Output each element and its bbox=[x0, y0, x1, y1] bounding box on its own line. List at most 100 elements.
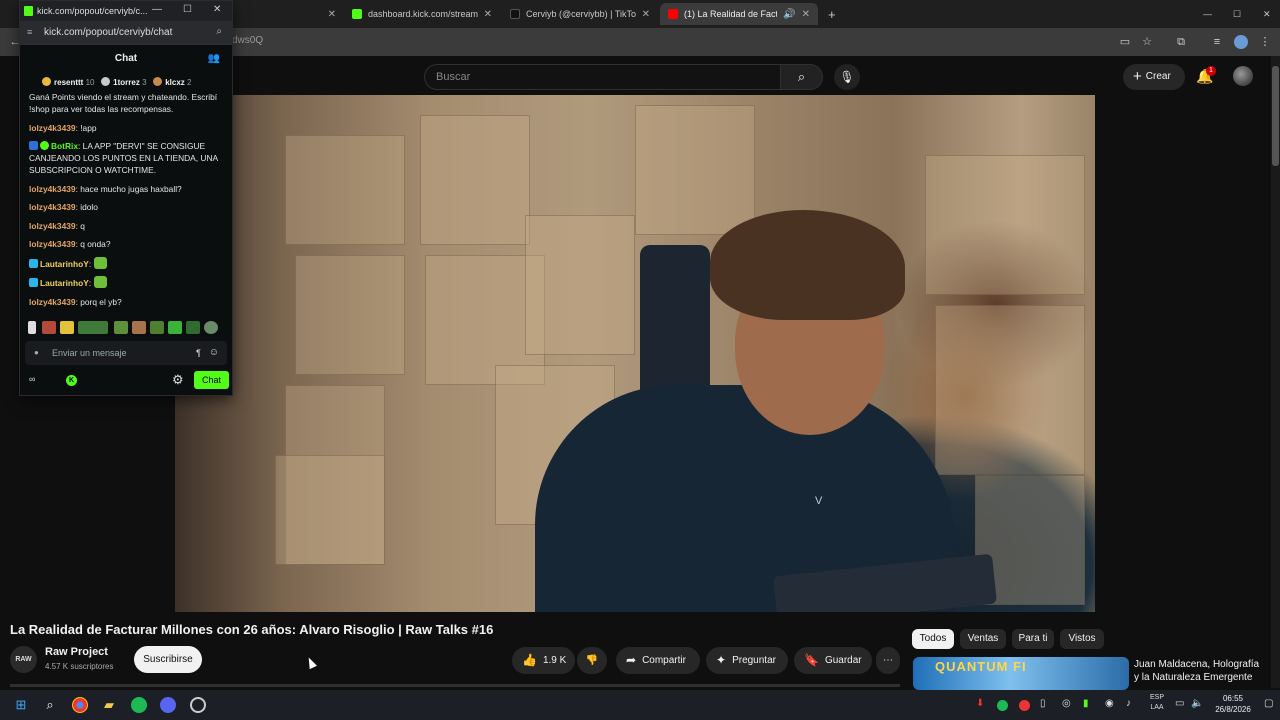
voice-search-button[interactable]: 🎙 bbox=[834, 64, 860, 90]
emote-icon[interactable] bbox=[28, 321, 36, 334]
tray-spotify-icon[interactable] bbox=[997, 700, 1008, 711]
tray-mic-icon[interactable]: ♪ bbox=[1126, 698, 1131, 709]
video-player[interactable]: V bbox=[175, 95, 1095, 612]
emote-icon[interactable] bbox=[60, 321, 74, 334]
share-button[interactable]: ➦ Compartir bbox=[616, 647, 700, 674]
emoji-icon[interactable]: ☺ bbox=[209, 341, 219, 365]
infinity-points-icon[interactable]: ∞ bbox=[29, 374, 35, 384]
language-indicator[interactable]: ESP LAA bbox=[1149, 693, 1165, 713]
chat-username[interactable]: LautarinhoY bbox=[40, 259, 89, 269]
extensions-icon[interactable]: ⧉ bbox=[1174, 35, 1188, 49]
chip-sales[interactable]: Ventas bbox=[960, 629, 1006, 649]
kick-points-icon[interactable]: K bbox=[66, 375, 77, 386]
close-tab-icon[interactable]: ✕ bbox=[484, 9, 492, 20]
chat-username[interactable]: lolzy4k3439 bbox=[29, 239, 76, 249]
chat-message: lolzy4k3439: porq el yb? bbox=[29, 296, 122, 307]
browser-tab-tiktok[interactable]: Cerviyb (@cerviybb) | TikTok ✕ bbox=[502, 3, 658, 25]
send-chat-button[interactable]: Chat bbox=[194, 371, 229, 389]
users-icon[interactable]: 👥 bbox=[208, 47, 220, 71]
page-scrollbar-thumb[interactable] bbox=[1272, 66, 1279, 166]
chip-all[interactable]: Todos bbox=[912, 629, 954, 649]
save-button[interactable]: 🔖 Guardar bbox=[794, 647, 872, 674]
create-button[interactable]: + Crear bbox=[1123, 64, 1185, 90]
gear-icon[interactable]: ⚙ bbox=[172, 372, 184, 388]
profile-avatar-icon[interactable] bbox=[1234, 35, 1248, 49]
maximize-icon[interactable]: ☐ bbox=[183, 4, 192, 15]
horizontal-scrollbar[interactable] bbox=[10, 684, 900, 687]
leader-count: 2 bbox=[187, 78, 192, 87]
ask-button[interactable]: ✦ Preguntar bbox=[706, 647, 788, 674]
bookmark-star-icon[interactable]: ☆ bbox=[1140, 35, 1154, 49]
new-tab-button[interactable]: + bbox=[820, 3, 840, 25]
chat-username[interactable]: LautarinhoY bbox=[40, 278, 89, 288]
system-clock[interactable]: 06:55 26/8/2026 bbox=[1208, 693, 1258, 715]
chat-message: lolzy4k3439: idolo bbox=[29, 202, 98, 212]
chat-username[interactable]: lolzy4k3439 bbox=[29, 184, 76, 194]
minimize-icon[interactable]: — bbox=[152, 4, 162, 15]
app-icon[interactable] bbox=[190, 697, 206, 713]
browser-tab-kick-dashboard[interactable]: dashboard.kick.com/stream ✕ bbox=[344, 3, 500, 25]
search-icon[interactable]: ⌕ bbox=[42, 697, 58, 713]
popout-address-bar[interactable]: ≡ kick.com/popout/cerviyb/chat ⌕ bbox=[20, 21, 232, 45]
browser-menu-icon[interactable]: ⋮ bbox=[1258, 35, 1272, 49]
emote-icon[interactable] bbox=[132, 321, 146, 334]
emote-icon[interactable] bbox=[150, 321, 164, 334]
media-control-icon[interactable]: ≡ bbox=[1210, 35, 1224, 49]
windows-start-icon[interactable]: ⊞ bbox=[13, 697, 29, 713]
emote-icon[interactable] bbox=[114, 321, 128, 334]
channel-avatar[interactable]: RAW bbox=[10, 646, 37, 673]
account-avatar[interactable] bbox=[1233, 66, 1253, 86]
close-tab-icon[interactable]: ✕ bbox=[328, 9, 336, 20]
search-icon[interactable]: ⌕ bbox=[216, 26, 222, 37]
like-button[interactable]: 👍 1.9 K bbox=[512, 647, 575, 674]
close-window-icon[interactable]: ✕ bbox=[1255, 3, 1275, 25]
search-input[interactable]: Buscar bbox=[424, 64, 781, 90]
chat-message: lolzy4k3439: hace mucho jugas haxball? bbox=[29, 183, 182, 194]
emote-icon[interactable] bbox=[168, 321, 182, 334]
emote-icon[interactable] bbox=[204, 321, 218, 334]
chip-for-you[interactable]: Para ti bbox=[1012, 629, 1054, 649]
chrome-icon[interactable] bbox=[72, 697, 88, 713]
more-actions-button[interactable]: ⋯ bbox=[876, 647, 900, 674]
minimize-icon[interactable]: — bbox=[1195, 3, 1215, 25]
translate-icon[interactable]: ¶ bbox=[196, 341, 201, 365]
cardboard-box bbox=[285, 135, 405, 245]
chat-message-input[interactable]: ● Enviar un mensaje ¶ ☺ bbox=[25, 341, 227, 365]
browser-tab-youtube[interactable]: (1) La Realidad de Facturar M 🔊 ✕ bbox=[660, 3, 818, 25]
emote-icon[interactable] bbox=[186, 321, 200, 334]
audio-icon[interactable]: 🔊 bbox=[783, 9, 795, 20]
chat-username[interactable]: lolzy4k3439 bbox=[29, 297, 76, 307]
recommended-thumbnail[interactable]: QUANTUM FI bbox=[913, 657, 1129, 690]
emote-icon[interactable] bbox=[78, 321, 108, 334]
close-tab-icon[interactable]: ✕ bbox=[642, 9, 650, 20]
tray-app-icon[interactable]: ▮ bbox=[1083, 698, 1089, 709]
close-window-icon[interactable]: ✕ bbox=[213, 4, 221, 15]
cast-icon[interactable]: ▭ bbox=[1118, 35, 1132, 49]
chat-username[interactable]: lolzy4k3439 bbox=[29, 202, 76, 212]
tray-usb-icon[interactable]: ▯ bbox=[1040, 698, 1046, 709]
notification-center-icon[interactable]: ▢ bbox=[1264, 698, 1273, 709]
chat-username[interactable]: lolzy4k3439 bbox=[29, 123, 76, 133]
subscribe-button[interactable]: Suscribirse bbox=[134, 646, 202, 673]
tray-app-icon[interactable]: ◎ bbox=[1062, 698, 1071, 709]
emote-icon[interactable] bbox=[42, 321, 56, 334]
maximize-icon[interactable]: ☐ bbox=[1225, 3, 1245, 25]
address-url-fragment[interactable]: dws0Q bbox=[232, 35, 263, 46]
recommended-title[interactable]: Juan Maldacena, Holografía y la Naturale… bbox=[1134, 658, 1262, 684]
search-button[interactable]: ⌕ bbox=[781, 64, 823, 90]
tray-discord-icon[interactable]: ◉ bbox=[1105, 698, 1114, 709]
spotify-icon[interactable] bbox=[131, 697, 147, 713]
volume-icon[interactable]: 🔈 bbox=[1191, 698, 1203, 709]
browser-tab[interactable]: ✕ bbox=[232, 3, 344, 25]
discord-icon[interactable] bbox=[160, 697, 176, 713]
chat-username[interactable]: lolzy4k3439 bbox=[29, 221, 76, 231]
dislike-button[interactable]: 👎 bbox=[577, 647, 607, 674]
chat-username[interactable]: BotRix bbox=[51, 141, 78, 151]
network-icon[interactable]: ▭ bbox=[1175, 698, 1184, 709]
chip-watched[interactable]: Vistos bbox=[1060, 629, 1104, 649]
channel-name[interactable]: Raw Project bbox=[45, 646, 108, 658]
close-tab-icon[interactable]: ✕ bbox=[802, 9, 810, 20]
file-explorer-icon[interactable]: ▰ bbox=[101, 697, 117, 713]
tray-download-icon[interactable]: ⬇ bbox=[976, 698, 984, 709]
tray-record-icon[interactable] bbox=[1019, 700, 1030, 711]
